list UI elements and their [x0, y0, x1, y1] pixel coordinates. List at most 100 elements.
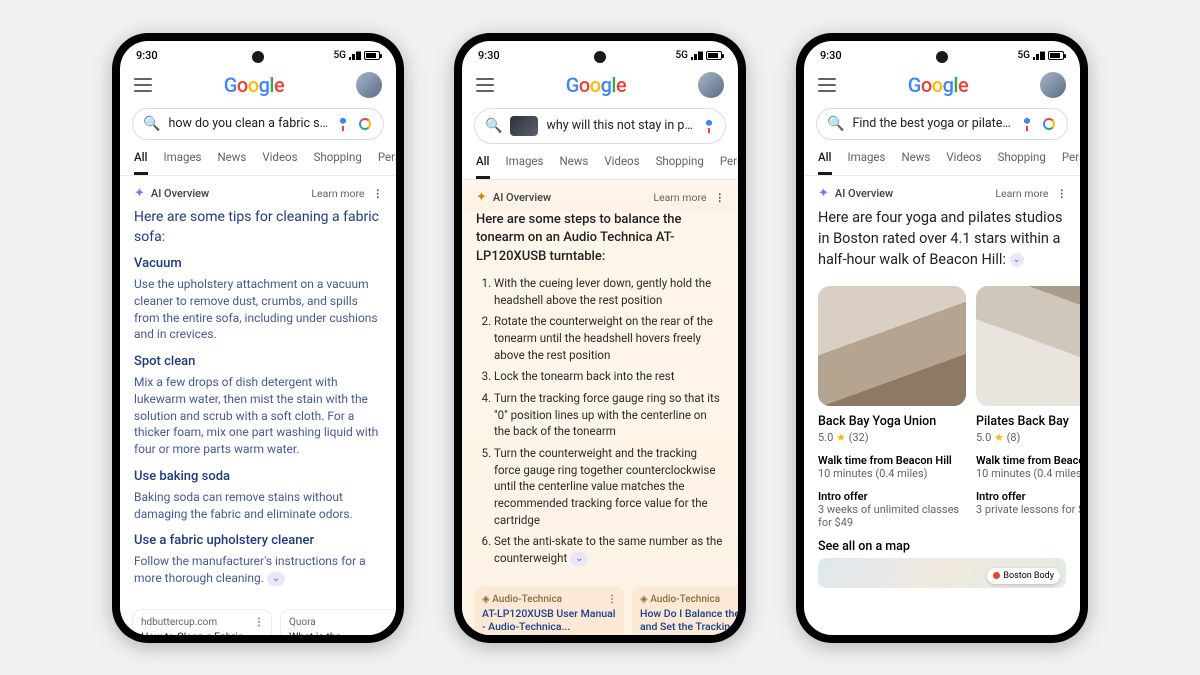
result-card[interactable]: hdbuttercup.com⋮ How to Clean a Fabric [132, 609, 272, 635]
result-card[interactable]: Quora What is the [280, 609, 396, 635]
status-bar: 9:30 5G [804, 41, 1080, 66]
walk-label: Walk time from Beacon [976, 454, 1080, 467]
studio-card[interactable]: Back Bay Yoga Union 5.0 ★ (32) Walk time… [818, 286, 966, 529]
studio-name: Back Bay Yoga Union [818, 414, 966, 429]
google-logo[interactable]: Google [224, 73, 285, 97]
tab-news[interactable]: News [901, 150, 930, 175]
studio-image [976, 286, 1080, 406]
ai-label: AI Overview [835, 187, 893, 200]
ai-overview-body: Here are some steps to balance the tonea… [462, 211, 738, 580]
tab-more[interactable]: Pers [1062, 150, 1080, 175]
signal-icon [1033, 50, 1045, 60]
network-label: 5G [1018, 50, 1031, 61]
learn-more-link[interactable]: Learn more [653, 191, 706, 204]
search-icon: 🔍 [827, 116, 844, 132]
ai-title: Here are four yoga and pilates studios i… [818, 207, 1066, 270]
content-area: ✦ AI Overview Learn more ⋮ Here are four y… [804, 176, 1080, 635]
studio-row: Back Bay Yoga Union 5.0 ★ (32) Walk time… [804, 286, 1080, 529]
source-card[interactable]: ◈ Audio-Technica⋮ AT-LP120XUSB User Manu… [474, 586, 624, 635]
tab-all[interactable]: All [818, 150, 832, 175]
tab-videos[interactable]: Videos [604, 154, 639, 179]
expand-pill[interactable]: ⌄ [570, 552, 588, 567]
studio-name: Pilates Back Bay [976, 414, 1080, 429]
search-query: why will this not stay in place [546, 118, 695, 133]
lens-icon[interactable] [1041, 116, 1057, 132]
learn-more-link[interactable]: Learn more [995, 187, 1048, 200]
avatar[interactable] [1040, 72, 1066, 98]
tab-images[interactable]: Images [506, 154, 544, 179]
tab-videos[interactable]: Videos [946, 150, 981, 175]
tab-shopping[interactable]: Shopping [998, 150, 1046, 175]
studio-rating: 5.0 ★ (8) [976, 431, 1080, 444]
mic-icon[interactable] [703, 118, 715, 134]
tab-shopping[interactable]: Shopping [314, 150, 362, 175]
more-icon[interactable]: ⋮ [607, 594, 616, 605]
source-card[interactable]: ◈ Audio-Technica How Do I Balance the Ar… [632, 586, 738, 635]
chevron-down-icon[interactable]: ⌄ [1010, 253, 1024, 267]
source-row: hdbuttercup.com⋮ How to Clean a Fabric Q… [120, 605, 396, 635]
phone-mockup-3: 9:30 5G Google 🔍 Find the best yoga or p… [796, 33, 1088, 643]
search-bar[interactable]: 🔍 Find the best yoga or pilates... [816, 108, 1068, 140]
intro-label: Intro offer [976, 490, 1080, 503]
tab-news[interactable]: News [217, 150, 246, 175]
star-icon: ★ [994, 431, 1004, 444]
map-preview[interactable]: Boston Body [818, 558, 1066, 588]
screen: 9:30 5G Google 🔍 why will this not stay … [462, 41, 738, 635]
studio-rating: 5.0 ★ (32) [818, 431, 966, 444]
query-image-thumb[interactable] [510, 116, 538, 136]
google-logo[interactable]: Google [908, 73, 969, 97]
ai-overview-body: Here are some tips for cleaning a fabric… [120, 207, 396, 605]
more-icon[interactable]: ⋮ [1057, 187, 1067, 200]
search-query: Find the best yoga or pilates... [852, 116, 1013, 131]
avatar[interactable] [356, 72, 382, 98]
map-result-pill[interactable]: Boston Body [987, 568, 1060, 584]
pin-icon [993, 572, 1000, 579]
app-bar: Google [462, 66, 738, 102]
ai-label: AI Overview [493, 191, 551, 204]
search-tabs: All Images News Videos Shopping Perspect… [462, 150, 738, 180]
tab-videos[interactable]: Videos [262, 150, 297, 175]
step: Set the anti-skate to the same number as… [494, 533, 724, 566]
mic-icon[interactable] [1021, 116, 1033, 132]
more-icon[interactable]: ⋮ [373, 187, 383, 200]
signal-icon [691, 50, 703, 60]
search-bar[interactable]: 🔍 how do you clean a fabric s... [132, 108, 384, 140]
mic-icon[interactable] [337, 116, 349, 132]
search-bar[interactable]: 🔍 why will this not stay in place [474, 108, 726, 144]
step: Rotate the counterweight on the rear of … [494, 313, 724, 363]
battery-icon [706, 51, 722, 60]
sparkle-icon: ✦ [476, 190, 487, 205]
more-icon[interactable]: ⋮ [715, 191, 725, 204]
network-label: 5G [334, 50, 347, 61]
screen: 9:30 5G Google 🔍 Find the best yoga or p… [804, 41, 1080, 635]
tab-perspectives[interactable]: Perspectives [720, 154, 738, 179]
tab-shopping[interactable]: Shopping [656, 154, 704, 179]
ai-overview-header: ✦ AI Overview Learn more ⋮ [804, 176, 1080, 207]
status-bar: 9:30 5G [462, 41, 738, 66]
expand-pill[interactable]: ⌄ [267, 572, 285, 586]
more-icon[interactable]: ⋮ [254, 617, 263, 628]
tab-all[interactable]: All [476, 154, 490, 179]
walk-value: 10 minutes (0.4 miles) [976, 467, 1080, 480]
studio-image [818, 286, 966, 406]
tab-images[interactable]: Images [164, 150, 202, 175]
clock: 9:30 [478, 49, 500, 62]
tab-news[interactable]: News [559, 154, 588, 179]
hamburger-icon[interactable] [818, 78, 836, 92]
studio-card[interactable]: Pilates Back Bay 5.0 ★ (8) Walk time fro… [976, 286, 1080, 529]
learn-more-link[interactable]: Learn more [311, 187, 364, 200]
hamburger-icon[interactable] [134, 78, 152, 92]
avatar[interactable] [698, 72, 724, 98]
ai-section: Spot cleanMix a few drops of dish deterg… [134, 353, 382, 458]
see-on-map-link[interactable]: See all on a map [804, 529, 1080, 558]
walk-value: 10 minutes (0.4 miles) [818, 467, 966, 480]
source-row: ◈ Audio-Technica⋮ AT-LP120XUSB User Manu… [462, 580, 738, 635]
step: Lock the tonearm back into the rest [494, 368, 724, 385]
lens-icon[interactable] [357, 116, 373, 132]
hamburger-icon[interactable] [476, 78, 494, 92]
tab-images[interactable]: Images [848, 150, 886, 175]
google-logo[interactable]: Google [566, 73, 627, 97]
tab-more[interactable]: Pers [378, 150, 396, 175]
sparkle-icon: ✦ [818, 186, 829, 201]
tab-all[interactable]: All [134, 150, 148, 175]
